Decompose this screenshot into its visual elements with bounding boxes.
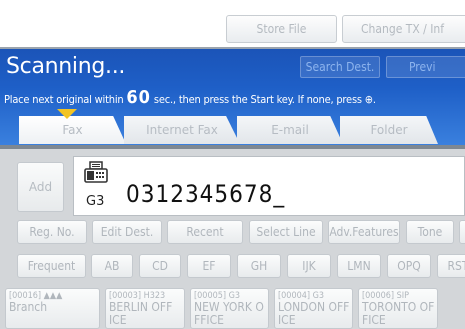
tab-email[interactable]: E-mail	[237, 116, 343, 144]
adv-features-button[interactable]: Adv.Features	[328, 220, 400, 244]
entry-name-continued: FICE	[362, 313, 386, 327]
line-type-label: G3	[86, 194, 105, 209]
fax-number-input[interactable]: 0312345678_	[126, 180, 285, 208]
selected-tab-arrow-icon	[57, 109, 77, 119]
index-ef[interactable]: EF	[187, 254, 231, 278]
index-lmn[interactable]: LMN	[337, 254, 381, 278]
index-cd[interactable]: CD	[139, 254, 181, 278]
index-frequent[interactable]: Frequent	[17, 254, 86, 278]
index-rst[interactable]: RST	[437, 254, 465, 278]
panel-separator	[0, 145, 465, 149]
entry-name: Branch	[9, 300, 48, 314]
status-panel: Scanning... Search Dest. Previ Place nex…	[0, 49, 465, 145]
index-ab[interactable]: AB	[91, 254, 133, 278]
destination-entry[interactable]: [00016] ▲▲▲ Branch	[5, 288, 100, 329]
fax-machine-icon	[84, 161, 108, 183]
index-opq[interactable]: OPQ	[387, 254, 431, 278]
store-file-button[interactable]: Store File	[226, 15, 337, 43]
tab-folder[interactable]: Folder	[340, 116, 438, 144]
entry-name-continued: ICE	[278, 313, 296, 327]
change-tx-info-button[interactable]: Change TX / Inf	[342, 15, 465, 43]
search-destination-button[interactable]: Search Dest.	[300, 56, 380, 78]
message-suffix: sec., then press the Start key. If none,…	[153, 93, 376, 106]
extra-button[interactable]	[459, 220, 465, 244]
tab-fax[interactable]: Fax	[19, 116, 126, 144]
add-destination-button[interactable]: Add	[17, 162, 64, 212]
tone-button[interactable]: Tone	[406, 220, 454, 244]
tab-internet-fax[interactable]: Internet Fax	[124, 116, 240, 144]
recent-button[interactable]: Recent	[167, 220, 243, 244]
entry-name-continued: FFICE	[194, 313, 224, 327]
destination-entry[interactable]: [00006] SIP TORONTO OF FICE	[358, 288, 438, 329]
status-message: Place next original within 60 sec., then…	[4, 87, 376, 108]
entry-name-continued: ICE	[109, 313, 127, 327]
index-gh[interactable]: GH	[237, 254, 281, 278]
edit-dest-button[interactable]: Edit Dest.	[92, 220, 162, 244]
index-ijk[interactable]: IJK	[287, 254, 331, 278]
destination-entry[interactable]: [00005] G3 NEW YORK O FFICE	[190, 288, 269, 329]
message-prefix: Place next original within	[4, 93, 124, 106]
destination-entry[interactable]: [00004] G3 LONDON OFF ICE	[274, 288, 353, 329]
preview-button[interactable]: Previ	[386, 56, 465, 78]
status-title: Scanning...	[6, 54, 126, 79]
message-seconds: 60	[126, 87, 151, 108]
select-line-button[interactable]: Select Line	[249, 220, 323, 244]
reg-no-button[interactable]: Reg. No.	[17, 220, 87, 244]
destination-entry[interactable]: [00003] H323 BERLIN OFF ICE	[105, 288, 185, 329]
